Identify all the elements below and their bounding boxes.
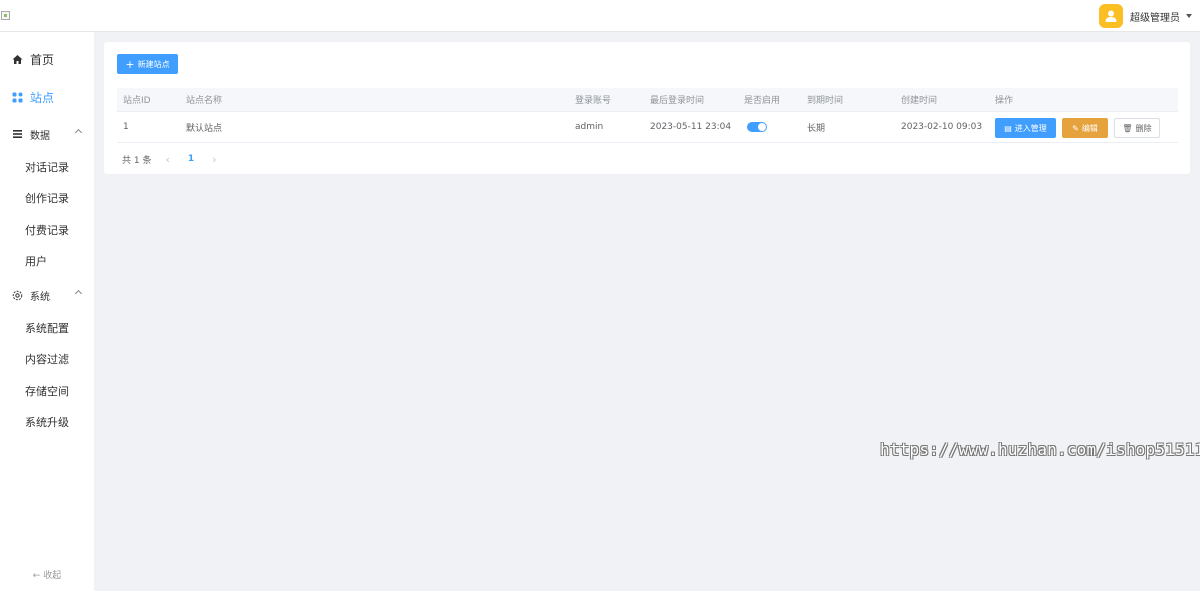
sidebar-item-label: 创作记录	[25, 192, 69, 205]
sidebar-item-chat-records[interactable]: 对话记录	[0, 153, 94, 179]
column-header: 是否启用	[744, 96, 781, 106]
sidebar-item-label: 系统配置	[25, 322, 69, 335]
sidebar-item-content-filter[interactable]: 内容过滤	[0, 345, 94, 371]
chevron-up-icon	[74, 289, 83, 298]
table-row: 1 默认站点 admin 2023-05-11 23:04 长期 2023-02…	[117, 112, 1178, 143]
last-login-time: 2023-05-11 23:04	[650, 122, 732, 132]
site-table: 站点ID 站点名称 登录账号 最后登录时间 是否启用 到期时间 创建时间 操作 …	[117, 88, 1178, 143]
grid-icon	[12, 92, 23, 103]
plus-icon: +	[125, 57, 135, 71]
home-icon	[12, 54, 23, 65]
column-header: 站点ID	[123, 96, 151, 106]
enabled-cell	[747, 112, 767, 142]
sidebar-item-label: 首页	[30, 52, 55, 67]
trash-icon: 🗑	[1122, 123, 1133, 133]
edit-button[interactable]: ✎ 编辑	[1062, 118, 1108, 138]
login-account: admin	[575, 122, 604, 132]
sidebar-item-label: 存储空间	[25, 385, 69, 398]
new-site-button[interactable]: + 新建站点	[117, 54, 178, 74]
column-header: 到期时间	[807, 96, 844, 106]
gear-icon	[12, 290, 23, 301]
new-site-label: 新建站点	[137, 59, 170, 69]
arrow-left-icon: ←	[32, 571, 44, 581]
column-header: 创建时间	[901, 96, 938, 106]
sidebar-item-sites[interactable]: 站点	[0, 84, 94, 110]
sidebar-item-label: 内容过滤	[25, 353, 69, 366]
next-page-icon[interactable]: ›	[212, 153, 216, 166]
sidebar-group-label: 系统	[30, 291, 50, 303]
sidebar-item-system-upgrade[interactable]: 系统升级	[0, 408, 94, 434]
delete-label: 删除	[1135, 123, 1152, 133]
enter-management-label: 进入管理	[1014, 123, 1047, 133]
expire-time: 长期	[807, 123, 826, 134]
user-icon	[1105, 10, 1117, 22]
sidebar-item-label: 付费记录	[25, 224, 69, 237]
column-header: 最后登录时间	[650, 96, 705, 106]
sidebar-item-payment-records[interactable]: 付费记录	[0, 216, 94, 242]
enter-management-button[interactable]: ▤ 进入管理	[995, 118, 1056, 138]
collapse-label: 收起	[43, 571, 62, 581]
sidebar-item-label: 对话记录	[25, 161, 69, 174]
prev-page-icon[interactable]: ‹	[165, 153, 169, 166]
top-header: 超级管理员	[0, 0, 1200, 32]
column-header: 登录账号	[575, 96, 612, 106]
page-number[interactable]: 1	[188, 154, 194, 164]
document-icon: ▤	[1004, 123, 1012, 133]
chevron-up-icon	[74, 128, 83, 137]
sidebar-item-system-config[interactable]: 系统配置	[0, 314, 94, 340]
logo-image	[1, 11, 10, 20]
user-name[interactable]: 超级管理员	[1130, 9, 1180, 24]
sidebar-item-storage[interactable]: 存储空间	[0, 377, 94, 403]
collapse-sidebar-button[interactable]: ← 收起	[0, 568, 94, 581]
delete-button[interactable]: 🗑 删除	[1114, 118, 1160, 138]
edit-label: 编辑	[1081, 123, 1098, 133]
site-id: 1	[123, 122, 129, 132]
total-count: 共 1 条	[122, 155, 152, 166]
sidebar-item-label: 用户	[25, 255, 47, 268]
sidebar-item-users[interactable]: 用户	[0, 247, 94, 273]
sidebar-item-label: 站点	[30, 90, 55, 105]
sidebar: 首页 站点 数据 对话记录 创作记录 付费记录 用户 系统 系统配置 内容过滤 …	[0, 32, 94, 591]
menu-icon	[12, 129, 23, 140]
sidebar-item-label: 系统升级	[25, 416, 69, 429]
pagination: 共 1 条 ‹ 1 ›	[122, 153, 217, 166]
chevron-down-icon[interactable]	[1186, 14, 1192, 18]
site-list-card: + 新建站点 站点ID 站点名称 登录账号 最后登录时间 是否启用 到期时间 创…	[104, 42, 1190, 174]
column-header: 操作	[995, 96, 1014, 106]
sidebar-group-system[interactable]: 系统	[0, 282, 94, 308]
site-name: 默认站点	[186, 123, 223, 134]
watermark: https://www.huzhan.com/ishop51511	[880, 440, 1200, 459]
sidebar-item-creation-records[interactable]: 创作记录	[0, 184, 94, 210]
table-header: 站点ID 站点名称 登录账号 最后登录时间 是否启用 到期时间 创建时间 操作	[117, 88, 1178, 112]
enabled-toggle[interactable]	[747, 122, 767, 132]
user-menu[interactable]: 超级管理员	[1099, 4, 1192, 28]
created-time: 2023-02-10 09:03	[901, 122, 983, 132]
sidebar-group-label: 数据	[30, 130, 50, 142]
column-header: 站点名称	[186, 96, 223, 106]
avatar[interactable]	[1099, 4, 1123, 28]
edit-icon: ✎	[1072, 123, 1079, 133]
sidebar-group-data[interactable]: 数据	[0, 121, 94, 147]
sidebar-item-home[interactable]: 首页	[0, 46, 94, 72]
